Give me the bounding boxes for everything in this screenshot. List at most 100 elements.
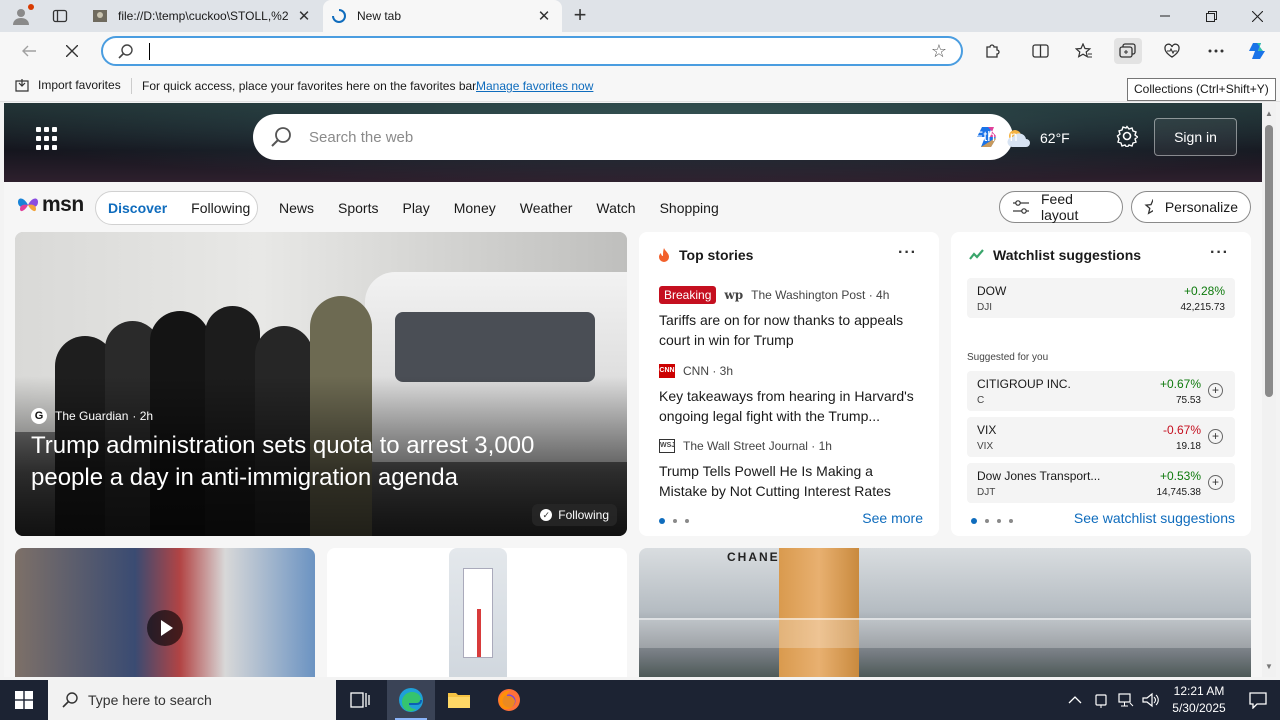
play-icon[interactable] <box>147 610 183 646</box>
story-headline[interactable]: Tariffs are on for now thanks to appeals… <box>659 310 925 350</box>
top-stories-more-button[interactable]: ··· <box>898 244 917 262</box>
import-favorites-button[interactable]: Import favorites <box>14 78 121 92</box>
hero-news-card[interactable]: G The Guardian · 2h Trump administration… <box>15 232 627 536</box>
video-news-card[interactable] <box>15 548 315 677</box>
settings-more-button[interactable] <box>1202 38 1230 64</box>
msn-navigation: msn Discover Following News Sports Play … <box>4 182 1262 232</box>
personalize-label: Personalize <box>1164 199 1238 215</box>
tab-new-tab[interactable]: New tab ✕ <box>323 0 562 32</box>
taskbar-search-box[interactable]: Type here to search <box>48 680 336 720</box>
breaking-badge: Breaking <box>659 286 717 304</box>
watchlist-more-button[interactable]: ··· <box>1210 244 1229 262</box>
story-item[interactable]: CNN CNN · 3h Key takeaways from hearing … <box>659 360 925 426</box>
top-stories-header: Top stories <box>657 247 753 263</box>
add-favorite-star-icon[interactable]: ☆ <box>931 41 947 62</box>
watchlist-header: Watchlist suggestions <box>969 247 1141 263</box>
nav-sports[interactable]: Sports <box>326 191 390 225</box>
tab-close-icon[interactable]: ✕ <box>534 7 554 25</box>
nav-play[interactable]: Play <box>390 191 441 225</box>
story-item[interactable]: Breaking wp The Washington Post · 4h Tar… <box>659 284 925 350</box>
minimize-icon <box>1160 15 1170 17</box>
temperature: 62°F <box>1040 130 1070 146</box>
sign-in-button[interactable]: Sign in <box>1154 118 1237 156</box>
stock-row[interactable]: Dow Jones Transport... DJT +0.53% 14,745… <box>967 463 1235 503</box>
stock-price: 42,215.73 <box>1180 302 1226 313</box>
close-window-button[interactable] <box>1234 0 1280 32</box>
stop-loading-button[interactable] <box>57 36 87 66</box>
product-news-card[interactable] <box>327 548 627 677</box>
notifications-button[interactable] <box>1236 680 1280 720</box>
carousel-dots[interactable] <box>659 518 697 524</box>
add-to-watchlist-icon[interactable]: + <box>1208 475 1223 490</box>
nav-shopping[interactable]: Shopping <box>648 191 731 225</box>
tab-actions-button[interactable] <box>44 2 76 30</box>
stock-change: +0.28% <box>1183 284 1225 298</box>
stock-row[interactable]: CITIGROUP INC. C +0.67% 75.53 + <box>967 371 1235 411</box>
heart-pulse-icon <box>1164 43 1180 58</box>
split-screen-button[interactable] <box>1026 38 1054 64</box>
web-search-placeholder: Search the web <box>309 129 414 146</box>
back-button[interactable] <box>14 36 44 66</box>
story-item[interactable]: WSJ The Wall Street Journal · 1h Trump T… <box>659 435 925 501</box>
taskbar-clock[interactable]: 12:21 AM 5/30/2025 <box>1162 683 1236 717</box>
hero-headline[interactable]: Trump administration sets quota to arres… <box>31 430 591 494</box>
task-view-button[interactable] <box>336 680 384 720</box>
add-to-watchlist-icon[interactable]: + <box>1208 383 1223 398</box>
weather-widget[interactable]: Ethdi n 62°F <box>974 127 1070 149</box>
device-icon[interactable] <box>1094 692 1108 708</box>
import-icon <box>15 79 29 92</box>
tab-file[interactable]: file://D:\temp\cuckoo\STOLL,%2 ✕ <box>84 0 322 32</box>
extensions-button[interactable] <box>978 38 1006 64</box>
tab-following[interactable]: Following <box>179 191 262 225</box>
feed-layout-label: Feed layout <box>1040 191 1079 223</box>
start-button[interactable] <box>0 680 48 720</box>
nav-news[interactable]: News <box>267 191 326 225</box>
minimize-button[interactable] <box>1142 0 1188 32</box>
manage-favorites-link[interactable]: Manage favorites now <box>476 79 593 93</box>
taskbar-firefox[interactable] <box>485 680 533 720</box>
task-view-icon <box>350 692 370 708</box>
chevron-up-icon[interactable] <box>1068 695 1082 705</box>
volume-icon[interactable] <box>1142 692 1160 708</box>
restore-button[interactable] <box>1188 0 1234 32</box>
collections-button[interactable] <box>1114 38 1142 64</box>
copilot-button[interactable] <box>1244 38 1272 64</box>
tab-close-icon[interactable]: ✕ <box>294 7 314 25</box>
nav-watch[interactable]: Watch <box>584 191 647 225</box>
story-source-name: The Wall Street Journal · 1h <box>683 439 832 453</box>
address-bar[interactable]: ☆ <box>101 36 963 66</box>
story-headline[interactable]: Trump Tells Powell He Is Making a Mistak… <box>659 461 925 501</box>
page-scrollbar[interactable]: ▲ ▼ <box>1262 103 1276 677</box>
stock-symbol: DJT <box>977 487 996 498</box>
new-tab-button[interactable]: + <box>568 3 592 29</box>
nav-money[interactable]: Money <box>442 191 508 225</box>
scroll-down-arrow-icon[interactable]: ▼ <box>1265 662 1273 671</box>
feed-layout-button[interactable]: Feed layout <box>999 191 1123 223</box>
carousel-dots[interactable] <box>971 518 1021 524</box>
hero-source-name: The Guardian <box>55 409 129 423</box>
gear-icon[interactable] <box>1116 125 1138 147</box>
favorites-button[interactable] <box>1070 38 1098 64</box>
stock-row-dow[interactable]: DOW DJI +0.28% 42,215.73 <box>967 278 1235 318</box>
taskbar-file-explorer[interactable] <box>435 680 483 720</box>
more-horizontal-icon <box>1208 49 1224 53</box>
msn-logo[interactable]: msn <box>16 193 84 217</box>
personalize-button[interactable]: Personalize <box>1131 191 1251 223</box>
add-to-watchlist-icon[interactable]: + <box>1208 429 1223 444</box>
stock-row[interactable]: VIX VIX -0.67% 19.18 + <box>967 417 1235 457</box>
taskbar-edge[interactable] <box>387 680 435 720</box>
firefox-icon <box>498 689 520 711</box>
nav-weather[interactable]: Weather <box>508 191 585 225</box>
scrollbar-thumb[interactable] <box>1265 125 1273 397</box>
browser-essentials-button[interactable] <box>1158 38 1186 64</box>
tab-discover[interactable]: Discover <box>96 191 179 225</box>
story-headline[interactable]: Key takeaways from hearing in Harvard's … <box>659 386 925 426</box>
scroll-up-arrow-icon[interactable]: ▲ <box>1265 109 1273 118</box>
msn-wordmark: msn <box>42 193 84 216</box>
network-icon[interactable] <box>1118 692 1134 708</box>
app-launcher-icon[interactable] <box>36 127 60 151</box>
see-watchlist-suggestions-link[interactable]: See watchlist suggestions <box>1074 510 1235 526</box>
see-more-link[interactable]: See more <box>862 510 923 526</box>
mall-news-card[interactable]: CHANEL <box>639 548 1251 677</box>
web-search-box[interactable]: Search the web <box>253 114 1013 160</box>
